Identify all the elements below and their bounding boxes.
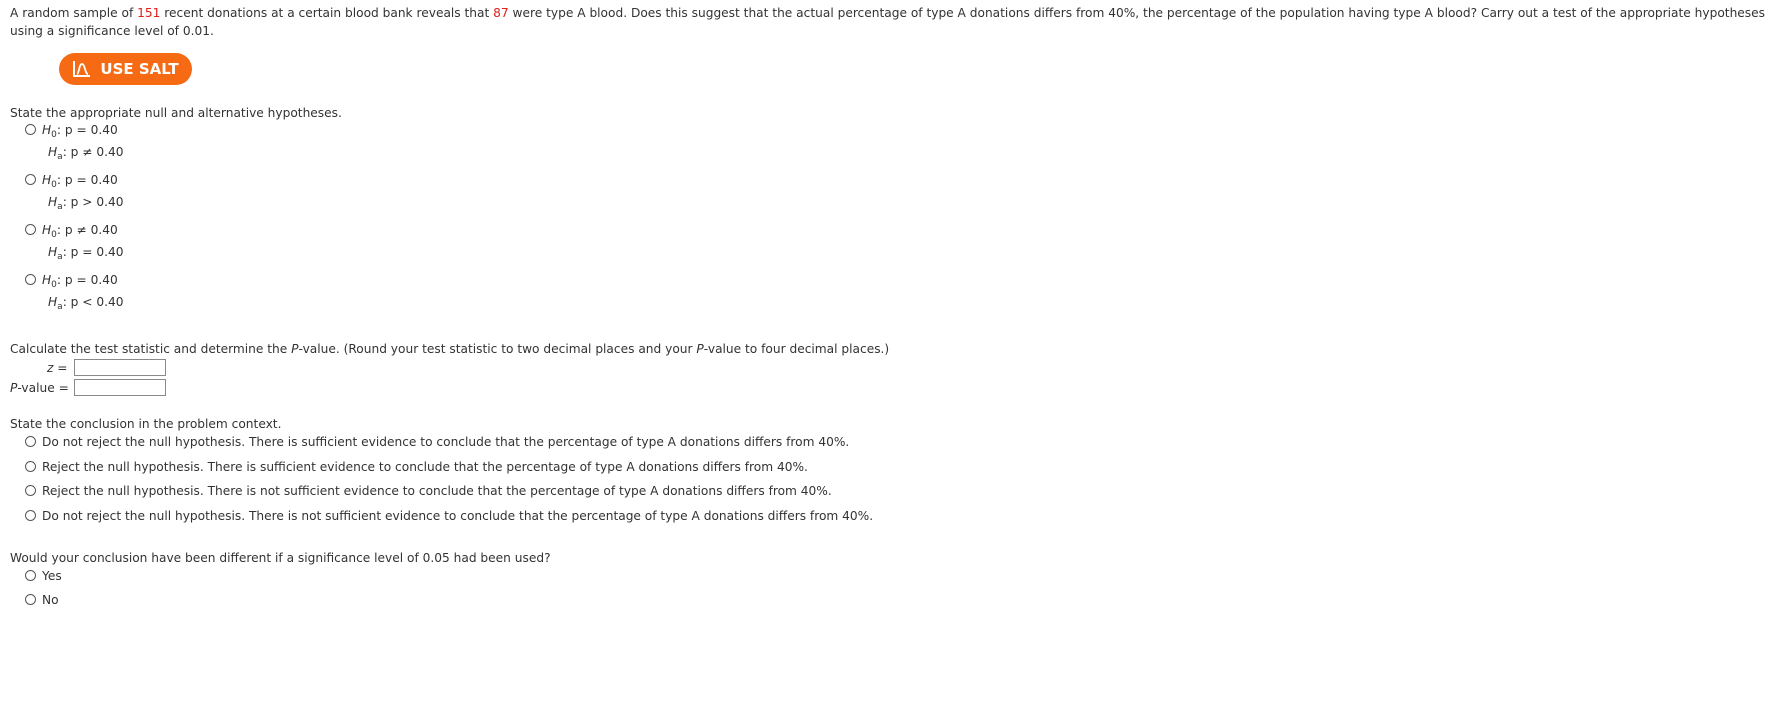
hypothesis-option-4-h0: H0: p = 0.40 — [42, 273, 118, 290]
p-value-input[interactable] — [74, 379, 166, 396]
intro-part1: A random sample of — [10, 6, 138, 20]
hypothesis-option-4-radio[interactable] — [25, 274, 36, 285]
p-value-label: P-value = — [10, 381, 69, 395]
hypothesis-option-4-ha: Ha: p < 0.40 — [48, 295, 124, 312]
conclusion-option-1-label: Do not reject the null hypothesis. There… — [42, 435, 850, 449]
conclusion-option-2-label: Reject the null hypothesis. There is suf… — [42, 460, 808, 474]
followup-no-label: No — [42, 593, 59, 607]
conclusion-prompt: State the conclusion in the problem cont… — [10, 417, 282, 431]
hypothesis-option-2-radio[interactable] — [25, 174, 36, 185]
hypothesis-option-3-ha: Ha: p = 0.40 — [48, 245, 124, 262]
conclusion-option-2-radio[interactable] — [25, 461, 36, 472]
use-salt-label: USE SALT — [100, 60, 179, 78]
intro-part2: recent donations at a certain blood bank… — [160, 6, 494, 20]
conclusion-option-4-radio[interactable] — [25, 510, 36, 521]
hypothesis-option-1-ha: Ha: p ≠ 0.40 — [48, 145, 124, 162]
question-text: A random sample of 151 recent donations … — [10, 5, 1770, 40]
hypothesis-option-2-ha: Ha: p > 0.40 — [48, 195, 124, 212]
use-salt-button[interactable]: USE SALT — [59, 53, 192, 85]
followup-prompt: Would your conclusion have been differen… — [10, 551, 551, 565]
followup-no-radio[interactable] — [25, 594, 36, 605]
hypothesis-option-2-h0: H0: p = 0.40 — [42, 173, 118, 190]
hypothesis-option-1-radio[interactable] — [25, 124, 36, 135]
salt-chart-icon — [73, 61, 91, 77]
conclusion-option-1-radio[interactable] — [25, 436, 36, 447]
calculation-prompt: Calculate the test statistic and determi… — [10, 342, 890, 356]
hypothesis-option-3-h0: H0: p ≠ 0.40 — [42, 223, 118, 240]
hypotheses-prompt: State the appropriate null and alternati… — [10, 106, 342, 120]
z-input[interactable] — [74, 359, 166, 376]
type-a-count-value: 87 — [493, 6, 509, 20]
z-label: z = — [47, 361, 68, 375]
sample-size-value: 151 — [137, 6, 161, 20]
hypothesis-option-3-radio[interactable] — [25, 224, 36, 235]
followup-yes-radio[interactable] — [25, 570, 36, 581]
conclusion-option-3-label: Reject the null hypothesis. There is not… — [42, 484, 832, 498]
hypothesis-option-1-h0: H0: p = 0.40 — [42, 123, 118, 140]
conclusion-option-3-radio[interactable] — [25, 485, 36, 496]
conclusion-option-4-label: Do not reject the null hypothesis. There… — [42, 509, 874, 523]
followup-yes-label: Yes — [42, 569, 62, 583]
